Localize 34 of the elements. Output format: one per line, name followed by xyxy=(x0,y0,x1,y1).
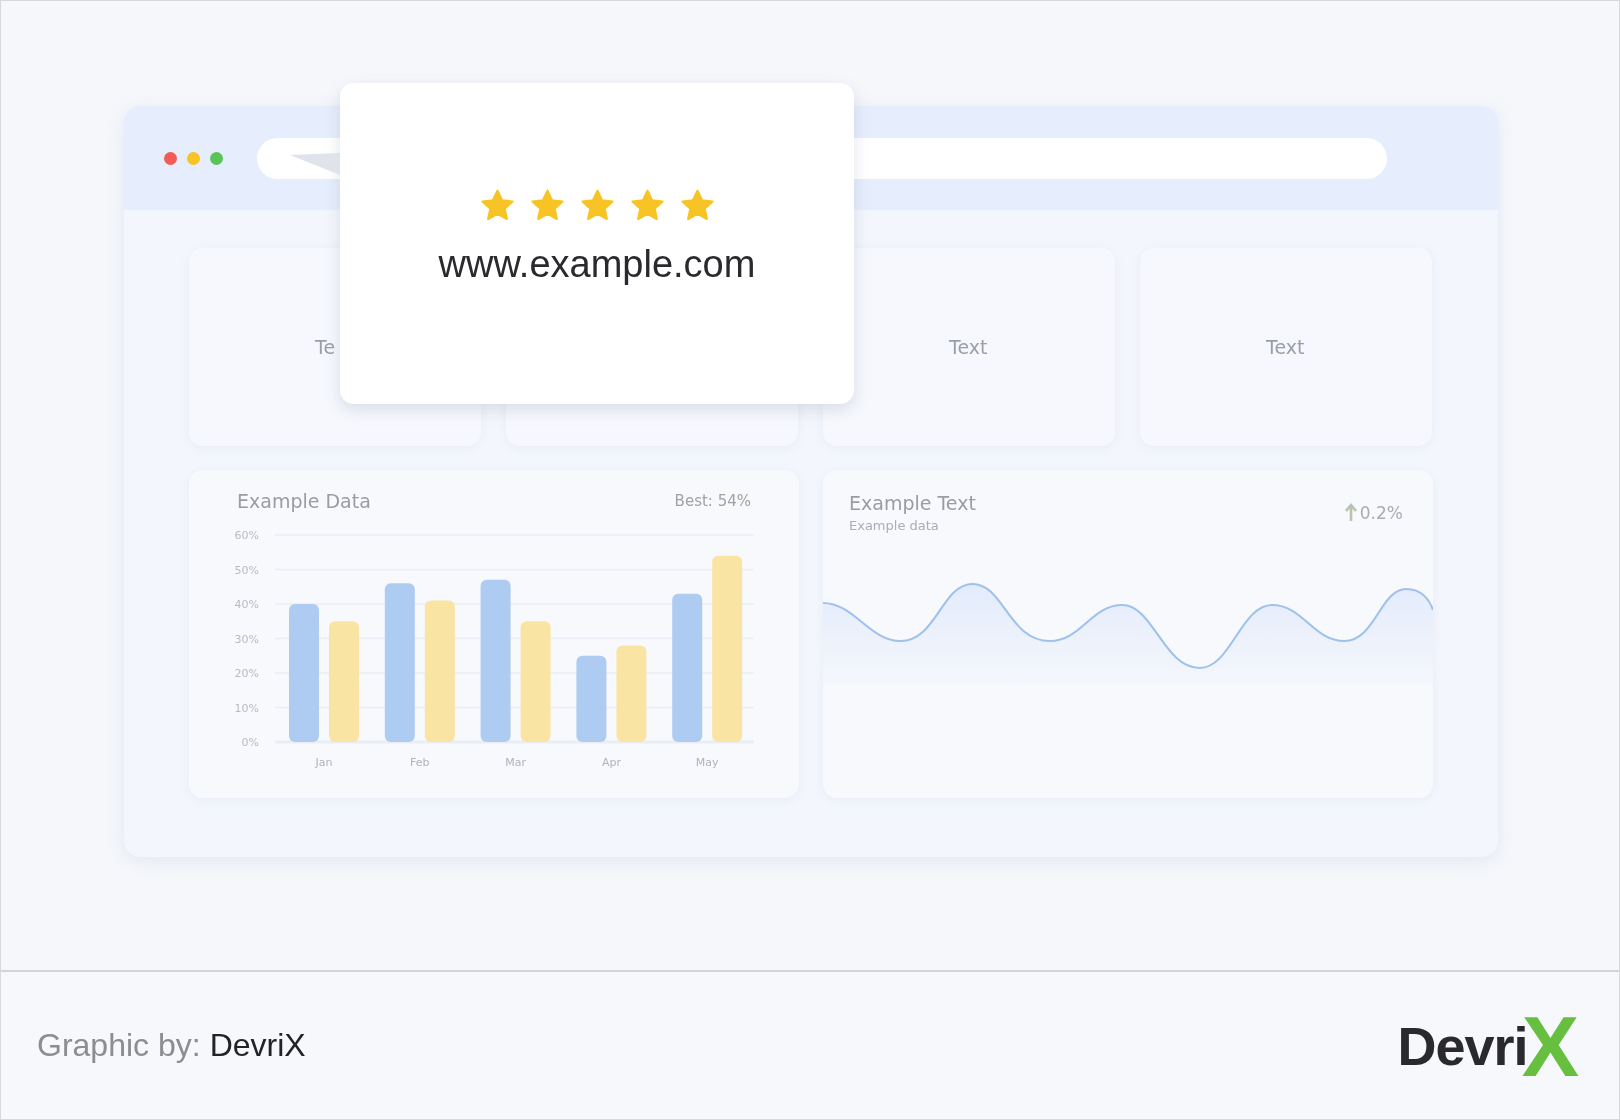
x-axis-label: Jan xyxy=(315,756,333,769)
card-text: Te xyxy=(315,336,336,358)
credit-name: DevriX xyxy=(209,1027,306,1064)
y-axis-label: 30% xyxy=(234,632,259,646)
up-arrow-icon xyxy=(1344,503,1357,522)
credit-label: Graphic by: xyxy=(37,1027,201,1064)
window-control-dot[interactable] xyxy=(164,151,177,165)
y-axis-label: 10% xyxy=(234,701,259,715)
y-axis-label: 60% xyxy=(234,529,259,542)
x-axis-label: May xyxy=(695,756,719,769)
star-icon xyxy=(479,189,515,223)
x-axis-label: Feb xyxy=(410,756,430,769)
window-control-dot[interactable] xyxy=(187,151,200,165)
popup-tail xyxy=(290,153,340,175)
window-control-dot[interactable] xyxy=(210,151,223,165)
x-axis-label: Mar xyxy=(505,756,526,769)
card-title: Example Data xyxy=(237,490,371,512)
change-value: 0.2% xyxy=(1359,502,1403,523)
x-axis-label: Apr xyxy=(601,756,621,769)
card-text: Text xyxy=(1266,336,1305,358)
card-title: Example Text xyxy=(849,492,976,514)
card-text: Text xyxy=(949,336,988,358)
website-url: www.example.com xyxy=(438,243,756,286)
star-icon xyxy=(529,189,565,223)
brand-logo: DevriX xyxy=(1397,1002,1579,1089)
star-icon xyxy=(579,189,615,223)
y-axis-label: 0% xyxy=(241,736,259,749)
y-axis-label: 40% xyxy=(234,598,259,611)
y-axis-label: 20% xyxy=(234,667,259,680)
card-subtitle: Example data xyxy=(849,518,940,533)
star-icon xyxy=(679,189,715,223)
y-axis-label: 50% xyxy=(234,563,259,577)
star-icon xyxy=(629,189,665,223)
best-value: Best: 54% xyxy=(674,492,751,510)
